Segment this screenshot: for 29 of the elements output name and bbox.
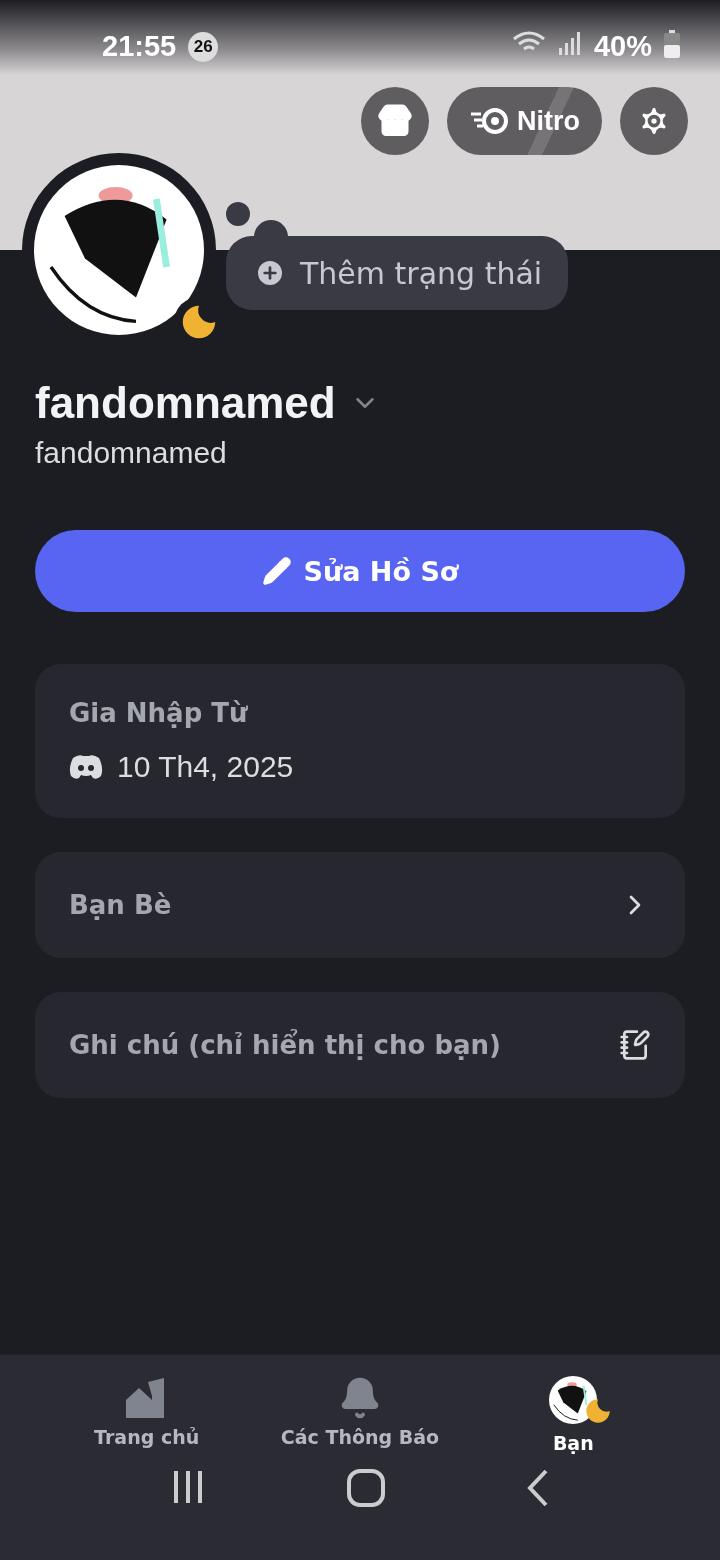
battery-percent: 40% — [593, 30, 652, 63]
display-name: fandomnamed — [35, 378, 336, 428]
card-title: Gia Nhập Từ — [69, 698, 248, 728]
clock: 21:55 — [102, 30, 177, 63]
nitro-icon — [469, 106, 509, 136]
avatar-icon — [34, 165, 204, 335]
username: fandomnamed — [35, 436, 228, 470]
card-title: Bạn Bè — [69, 890, 173, 920]
join-date: 10 Th4, 2025 — [117, 750, 294, 784]
add-note-icon — [619, 1029, 651, 1061]
nitro-button[interactable]: Nitro — [447, 87, 602, 155]
nav-tab[interactable]: Các Thông Báo — [260, 1375, 460, 1455]
battery-icon — [664, 30, 680, 58]
edit-profile-button[interactable]: Sửa Hồ Sơ — [35, 530, 685, 612]
avatar-icon — [549, 1376, 598, 1424]
bubble-dot — [226, 202, 250, 226]
discord-icon — [69, 754, 103, 780]
nav-tab[interactable]: Trang chủ — [46, 1375, 247, 1455]
add-status-button[interactable]: Thêm trạng thái — [226, 236, 569, 310]
shop-icon — [377, 103, 413, 139]
back-button[interactable] — [525, 1469, 550, 1507]
pencil-icon — [261, 556, 292, 586]
home-button[interactable] — [347, 1469, 385, 1507]
note-field[interactable]: Ghi chú (chỉ hiển thị cho bạn) — [35, 992, 685, 1098]
signal-icon — [557, 30, 582, 56]
notification-count: 26 — [188, 32, 219, 62]
note-placeholder: Ghi chú (chỉ hiển thị cho bạn) — [69, 1030, 502, 1060]
friends-row[interactable]: Bạn Bè — [35, 852, 685, 958]
nav-tab[interactable]: Bạn — [473, 1375, 674, 1455]
